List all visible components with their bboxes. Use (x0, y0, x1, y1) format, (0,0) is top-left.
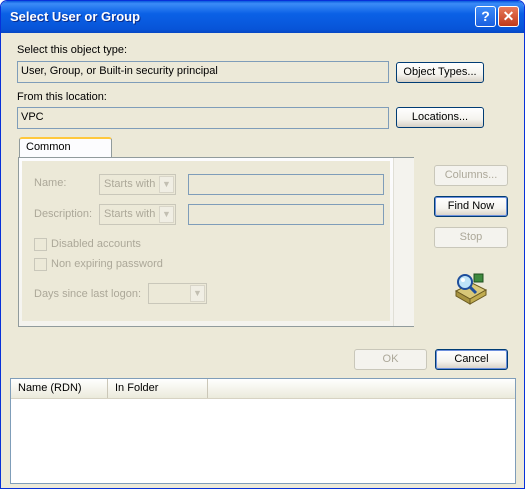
non-expiring-label: Non expiring password (51, 258, 163, 270)
disabled-accounts-checkbox[interactable] (34, 238, 47, 251)
chevron-down-icon: ▼ (190, 285, 205, 302)
panel-edge (393, 158, 414, 326)
disabled-accounts-label: Disabled accounts (51, 238, 141, 250)
results-list[interactable]: Name (RDN) In Folder (10, 378, 516, 484)
object-type-field: User, Group, or Built-in security princi… (17, 61, 389, 83)
name-match-select[interactable]: Starts with ▼ (99, 174, 176, 195)
find-now-button[interactable]: Find Now (434, 196, 508, 217)
name-match-value: Starts with (104, 178, 156, 190)
name-input[interactable] (188, 174, 384, 195)
chevron-down-icon: ▼ (159, 206, 174, 223)
description-input[interactable] (188, 204, 384, 225)
object-type-label: Select this object type: (17, 44, 128, 56)
columns-button[interactable]: Columns... (434, 165, 508, 186)
non-expiring-checkbox[interactable] (34, 258, 47, 271)
location-label: From this location: (17, 91, 107, 103)
description-label: Description: (34, 208, 93, 220)
column-header-name[interactable]: Name (RDN) (11, 379, 108, 398)
locations-button[interactable]: Locations... (396, 107, 484, 128)
query-area: Name: Starts with ▼ Description: Starts … (22, 161, 390, 321)
results-header: Name (RDN) In Folder (11, 379, 515, 399)
location-field: VPC (17, 107, 389, 129)
cancel-button[interactable]: Cancel (435, 349, 508, 370)
select-user-dialog: Select User or Group ? ✕ Select this obj… (0, 0, 525, 489)
description-match-select[interactable]: Starts with ▼ (99, 204, 176, 225)
description-match-value: Starts with (104, 208, 156, 220)
search-directory-icon (454, 273, 488, 305)
close-button[interactable]: ✕ (498, 6, 519, 27)
name-label: Name: (34, 177, 67, 189)
chevron-down-icon: ▼ (159, 176, 174, 193)
days-label: Days since last logon: (34, 288, 141, 300)
stop-button[interactable]: Stop (434, 227, 508, 248)
ok-button[interactable]: OK (354, 349, 427, 370)
title-bar[interactable]: Select User or Group ? ✕ (1, 1, 524, 33)
help-button[interactable]: ? (475, 6, 496, 27)
window-title: Select User or Group (10, 9, 141, 24)
common-queries-panel: Name: Starts with ▼ Description: Starts … (18, 157, 414, 327)
days-select[interactable]: ▼ (148, 283, 207, 304)
column-header-folder[interactable]: In Folder (108, 379, 208, 398)
tab-common-queries[interactable]: Common Queries (19, 137, 112, 170)
object-types-button[interactable]: Object Types... (396, 62, 484, 83)
